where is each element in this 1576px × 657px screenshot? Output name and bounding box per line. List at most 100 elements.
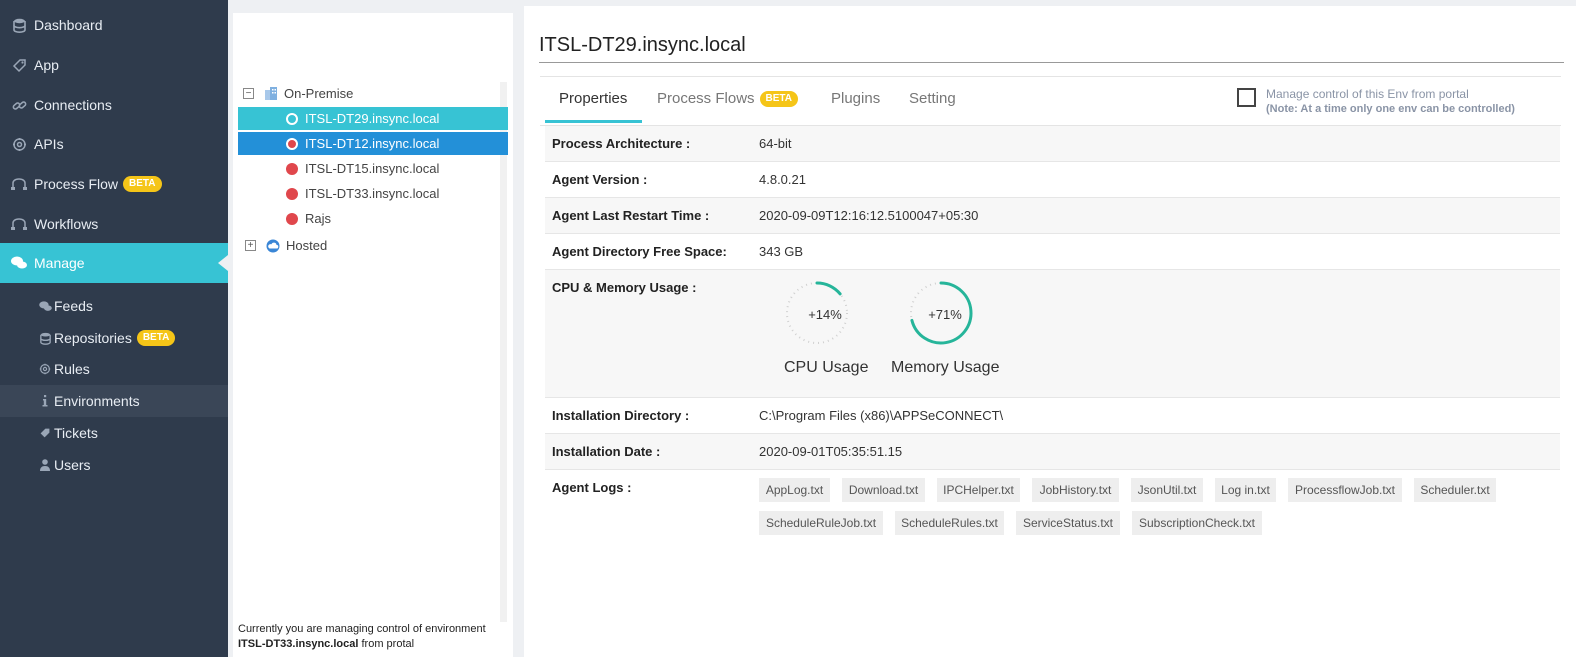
property-label: Agent Logs : — [552, 480, 632, 495]
chat-icon — [38, 300, 52, 312]
property-value: 2020-09-01T05:35:51.15 — [759, 444, 903, 459]
cpu-gauge-arc — [815, 281, 842, 296]
log-file-chip[interactable]: Download.txt — [842, 478, 925, 502]
cloud-icon — [266, 239, 280, 253]
sidebar-subitem-tickets[interactable]: Tickets — [0, 417, 228, 449]
sidebar-subitem-feeds[interactable]: Feeds — [0, 290, 228, 322]
property-label: Process Architecture : — [552, 136, 691, 151]
property-value: 4.8.0.21 — [759, 172, 806, 187]
memory-usage-label: Memory Usage — [891, 359, 1000, 376]
memory-percent: +71% — [928, 307, 962, 322]
tab-setting[interactable]: Setting — [909, 90, 956, 107]
sidebar-subitem-label: Repositories — [54, 330, 132, 346]
chat-icon — [11, 255, 27, 271]
sidebar-item-process-flow[interactable]: Process Flow BETA — [0, 164, 228, 204]
sidebar-subitem-label: Users — [54, 457, 91, 473]
manage-control-note: (Note: At a time only one env can be con… — [1266, 103, 1515, 115]
log-file-chip[interactable]: IPCHelper.txt — [937, 478, 1020, 502]
footer-prefix: Currently you are managing control of en… — [238, 623, 486, 635]
property-label: CPU & Memory Usage : — [552, 280, 697, 295]
tab-label: Process Flows — [657, 90, 755, 107]
manage-control-checkbox[interactable] — [1237, 88, 1256, 107]
manage-control-text: Manage control of this Env from portal — [1266, 87, 1469, 101]
property-row: Agent Version : 4.8.0.21 — [545, 162, 1560, 198]
sidebar-item-label: Manage — [34, 255, 85, 271]
status-icon — [286, 162, 298, 175]
tab-properties[interactable]: Properties — [559, 90, 627, 107]
log-file-chip[interactable]: SubscriptionCheck.txt — [1132, 511, 1262, 535]
database-icon — [38, 332, 52, 345]
tree-env-label: ITSL-DT29.insync.local — [305, 111, 440, 126]
sidebar-subitem-label: Feeds — [54, 298, 93, 314]
property-label: Agent Version : — [552, 172, 648, 187]
cpu-usage-label: CPU Usage — [784, 359, 869, 376]
sidebar-subitem-repositories[interactable]: Repositories BETA — [0, 322, 228, 354]
sidebar-item-app[interactable]: App — [0, 45, 228, 85]
tag-icon — [38, 427, 52, 439]
flow-icon — [11, 216, 27, 232]
status-icon — [286, 212, 298, 225]
log-file-chip[interactable]: ProcessflowJob.txt — [1288, 478, 1402, 502]
beta-badge: BETA — [136, 330, 176, 346]
tab-process-flows[interactable]: Process Flows BETA — [657, 90, 799, 107]
sidebar-subitem-users[interactable]: Users — [0, 449, 228, 481]
log-file-chip[interactable]: Scheduler.txt — [1414, 478, 1496, 502]
sidebar-subitem-label: Environments — [54, 393, 140, 409]
user-icon — [38, 459, 52, 471]
sidebar-subitem-environments[interactable]: Environments — [0, 385, 228, 417]
beta-badge: BETA — [759, 90, 799, 107]
status-icon — [286, 137, 298, 150]
sidebar-item-dashboard[interactable]: Dashboard — [0, 5, 228, 45]
beta-badge: BETA — [123, 176, 162, 192]
tree-env-item[interactable]: ITSL-DT15.insync.local — [238, 157, 508, 180]
sidebar-item-label: APIs — [34, 136, 64, 152]
tree-node-label: On-Premise — [284, 86, 354, 101]
tree-node-hosted[interactable]: + Hosted — [245, 238, 327, 253]
tree-env-item[interactable]: ITSL-DT12.insync.local — [238, 132, 508, 155]
info-icon — [38, 395, 52, 407]
tree-env-label: ITSL-DT12.insync.local — [305, 136, 440, 151]
log-file-chip[interactable]: Log in.txt — [1215, 478, 1276, 502]
property-row: Process Architecture : 64-bit — [545, 126, 1560, 162]
expand-icon[interactable]: + — [245, 240, 256, 251]
sidebar-item-label: Dashboard — [34, 17, 103, 33]
sidebar-item-label: Workflows — [34, 216, 99, 232]
sidebar-subitem-rules[interactable]: Rules — [0, 353, 228, 385]
sidebar-item-apis[interactable]: APIs — [0, 124, 228, 164]
property-label: Agent Directory Free Space: — [552, 244, 727, 259]
property-value: 64-bit — [759, 136, 792, 151]
property-row: Agent Directory Free Space: 343 GB — [545, 234, 1560, 270]
tree-env-label: ITSL-DT15.insync.local — [305, 161, 440, 176]
tree-node-label: Hosted — [286, 238, 328, 253]
log-file-chip[interactable]: ScheduleRuleJob.txt — [759, 511, 883, 535]
property-value: 343 GB — [759, 244, 804, 259]
sidebar-item-label: Process Flow — [34, 176, 119, 192]
tree-env-item[interactable]: Rajs — [238, 207, 508, 230]
database-icon — [11, 17, 27, 33]
log-file-chip[interactable]: JobHistory.txt — [1032, 478, 1119, 502]
tree-env-item[interactable]: ITSL-DT29.insync.local — [238, 107, 508, 130]
page-title: ITSL-DT29.insync.local — [539, 34, 746, 56]
log-file-chip[interactable]: JsonUtil.txt — [1131, 478, 1203, 502]
tree-env-label: Rajs — [305, 211, 332, 226]
status-icon — [286, 187, 298, 200]
property-label: Installation Directory : — [552, 408, 690, 423]
sidebar-subitem-label: Tickets — [54, 425, 98, 441]
sidebar-item-label: Connections — [34, 97, 112, 113]
log-file-chip[interactable]: AppLog.txt — [759, 478, 830, 502]
property-label: Installation Date : — [552, 444, 661, 459]
tab-plugins[interactable]: Plugins — [831, 90, 880, 107]
collapse-icon[interactable]: − — [243, 88, 254, 99]
property-label: Agent Last Restart Time : — [552, 208, 710, 223]
log-file-chip[interactable]: ServiceStatus.txt — [1016, 511, 1120, 535]
tree-env-item[interactable]: ITSL-DT33.insync.local — [238, 182, 508, 205]
tag-icon — [11, 57, 27, 73]
managing-env-note: Currently you are managing control of en… — [238, 622, 508, 652]
tree-env-label: ITSL-DT33.insync.local — [305, 186, 440, 201]
log-file-chip[interactable]: ScheduleRules.txt — [895, 511, 1004, 535]
tree-node-on-premise[interactable]: − On-Premise — [243, 86, 353, 101]
property-value: 2020-09-09T12:16:12.5100047+05:30 — [759, 208, 979, 223]
sidebar-item-manage[interactable]: Manage — [0, 243, 228, 283]
sidebar-item-connections[interactable]: Connections — [0, 85, 228, 125]
sidebar-item-workflows[interactable]: Workflows — [0, 204, 228, 244]
